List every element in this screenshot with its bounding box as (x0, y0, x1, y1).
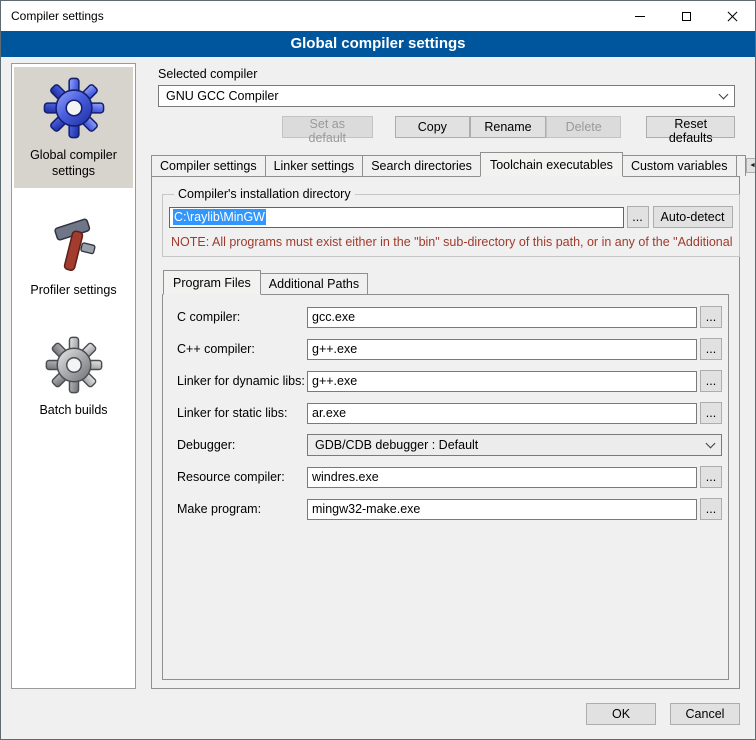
resource-compiler-browse-button[interactable]: ... (700, 466, 722, 488)
arrow-left-icon: ◄ (749, 162, 756, 169)
delete-button[interactable]: Delete (546, 116, 622, 138)
tab-linker-settings[interactable]: Linker settings (265, 155, 364, 176)
form-row: Linker for static libs: ... (177, 402, 722, 424)
program-tabstrip: Program Files Additional Paths (161, 269, 730, 294)
sidebar-item-profiler-settings[interactable]: Profiler settings (14, 206, 133, 308)
chevron-down-icon (719, 89, 729, 99)
cancel-button[interactable]: Cancel (670, 703, 740, 725)
profiler-tool-icon (46, 216, 102, 274)
tab-scroll-buttons: ◄ ► (746, 158, 756, 176)
resource-compiler-label: Resource compiler: (177, 470, 307, 484)
tab-custom-variables[interactable]: Custom variables (622, 155, 737, 176)
ok-button[interactable]: OK (586, 703, 656, 725)
make-program-browse-button[interactable]: ... (700, 498, 722, 520)
c-compiler-label: C compiler: (177, 310, 307, 324)
settings-tabstrip: Compiler settings Linker settings Search… (146, 151, 745, 176)
dialog-content: Global compiler settings Profiler settin… (1, 57, 755, 699)
window-title: Compiler settings (1, 9, 104, 23)
cpp-compiler-input[interactable] (307, 339, 697, 360)
cpp-compiler-browse-button[interactable]: ... (700, 338, 722, 360)
window-controls (617, 1, 755, 31)
minimize-button[interactable] (617, 1, 663, 31)
titlebar: Compiler settings (1, 1, 755, 31)
cpp-compiler-label: C++ compiler: (177, 342, 307, 356)
minimize-icon (635, 16, 645, 17)
make-program-label: Make program: (177, 502, 307, 516)
auto-detect-button[interactable]: Auto-detect (653, 206, 733, 228)
c-compiler-input[interactable] (307, 307, 697, 328)
copy-button[interactable]: Copy (395, 116, 471, 138)
form-row: Linker for dynamic libs: ... (177, 370, 722, 392)
compiler-settings-window: Compiler settings Global compiler settin… (0, 0, 756, 740)
form-row: Debugger: GDB/CDB debugger : Default (177, 434, 722, 456)
debugger-value: GDB/CDB debugger : Default (315, 438, 701, 452)
resource-compiler-input[interactable] (307, 467, 697, 488)
sidebar-item-label: Global compiler settings (16, 148, 131, 179)
tab-build-options[interactable]: Build (736, 155, 746, 176)
form-row: C++ compiler: ... (177, 338, 722, 360)
linker-dynamic-browse-button[interactable]: ... (700, 370, 722, 392)
tab-scroll-left-button[interactable]: ◄ (746, 158, 756, 173)
form-row: C compiler: ... (177, 306, 722, 328)
installation-directory-row: C:\raylib\MinGW ... Auto-detect (169, 206, 733, 228)
note-text: NOTE: All programs must exist either in … (171, 235, 733, 249)
rename-button[interactable]: Rename (470, 116, 546, 138)
set-as-default-button[interactable]: Set as default (282, 116, 373, 138)
linker-static-browse-button[interactable]: ... (700, 402, 722, 424)
tab-program-files[interactable]: Program Files (163, 270, 261, 295)
blue-gear-icon (43, 77, 105, 139)
sidebar-item-global-compiler-settings[interactable]: Global compiler settings (14, 67, 133, 188)
install-dir-value: C:\raylib\MinGW (173, 209, 266, 225)
settings-category-list: Global compiler settings Profiler settin… (11, 63, 136, 689)
sidebar-item-batch-builds[interactable]: Batch builds (14, 326, 133, 428)
close-icon (727, 11, 738, 22)
linker-dynamic-label: Linker for dynamic libs: (177, 374, 307, 388)
maximize-button[interactable] (663, 1, 709, 31)
installation-directory-label: Compiler's installation directory (174, 187, 355, 201)
compiler-actions: Set as default Copy Rename Delete Reset … (158, 116, 735, 138)
dialog-footer: OK Cancel (1, 699, 755, 739)
chevron-down-icon (706, 438, 716, 448)
selected-compiler-value: GNU GCC Compiler (166, 89, 714, 103)
form-row: Make program: ... (177, 498, 722, 520)
linker-dynamic-input[interactable] (307, 371, 697, 392)
debugger-dropdown[interactable]: GDB/CDB debugger : Default (307, 434, 722, 456)
form-row: Resource compiler: ... (177, 466, 722, 488)
close-button[interactable] (709, 1, 755, 31)
install-dir-input[interactable]: C:\raylib\MinGW (169, 207, 624, 228)
debugger-label: Debugger: (177, 438, 307, 452)
gray-gear-icon (45, 336, 103, 394)
main-panel: Selected compiler GNU GCC Compiler Set a… (146, 63, 745, 689)
program-files-panel: C compiler: ... C++ compiler: ... Linker… (162, 294, 729, 680)
selected-compiler-label: Selected compiler (158, 67, 745, 81)
maximize-icon (682, 12, 691, 21)
toolchain-executables-panel: Compiler's installation directory C:\ray… (151, 176, 740, 689)
c-compiler-browse-button[interactable]: ... (700, 306, 722, 328)
page-title: Global compiler settings (1, 31, 755, 57)
tab-search-directories[interactable]: Search directories (362, 155, 481, 176)
installation-directory-group: Compiler's installation directory C:\ray… (162, 187, 740, 257)
install-dir-browse-button[interactable]: ... (627, 206, 649, 228)
make-program-input[interactable] (307, 499, 697, 520)
tab-compiler-settings[interactable]: Compiler settings (151, 155, 266, 176)
sidebar-item-label: Profiler settings (30, 283, 116, 299)
selected-compiler-dropdown[interactable]: GNU GCC Compiler (158, 85, 735, 107)
tab-toolchain-executables[interactable]: Toolchain executables (480, 152, 623, 177)
linker-static-label: Linker for static libs: (177, 406, 307, 420)
linker-static-input[interactable] (307, 403, 697, 424)
sidebar-item-label: Batch builds (39, 403, 107, 419)
reset-defaults-button[interactable]: Reset defaults (646, 116, 735, 138)
tab-additional-paths[interactable]: Additional Paths (260, 273, 368, 294)
